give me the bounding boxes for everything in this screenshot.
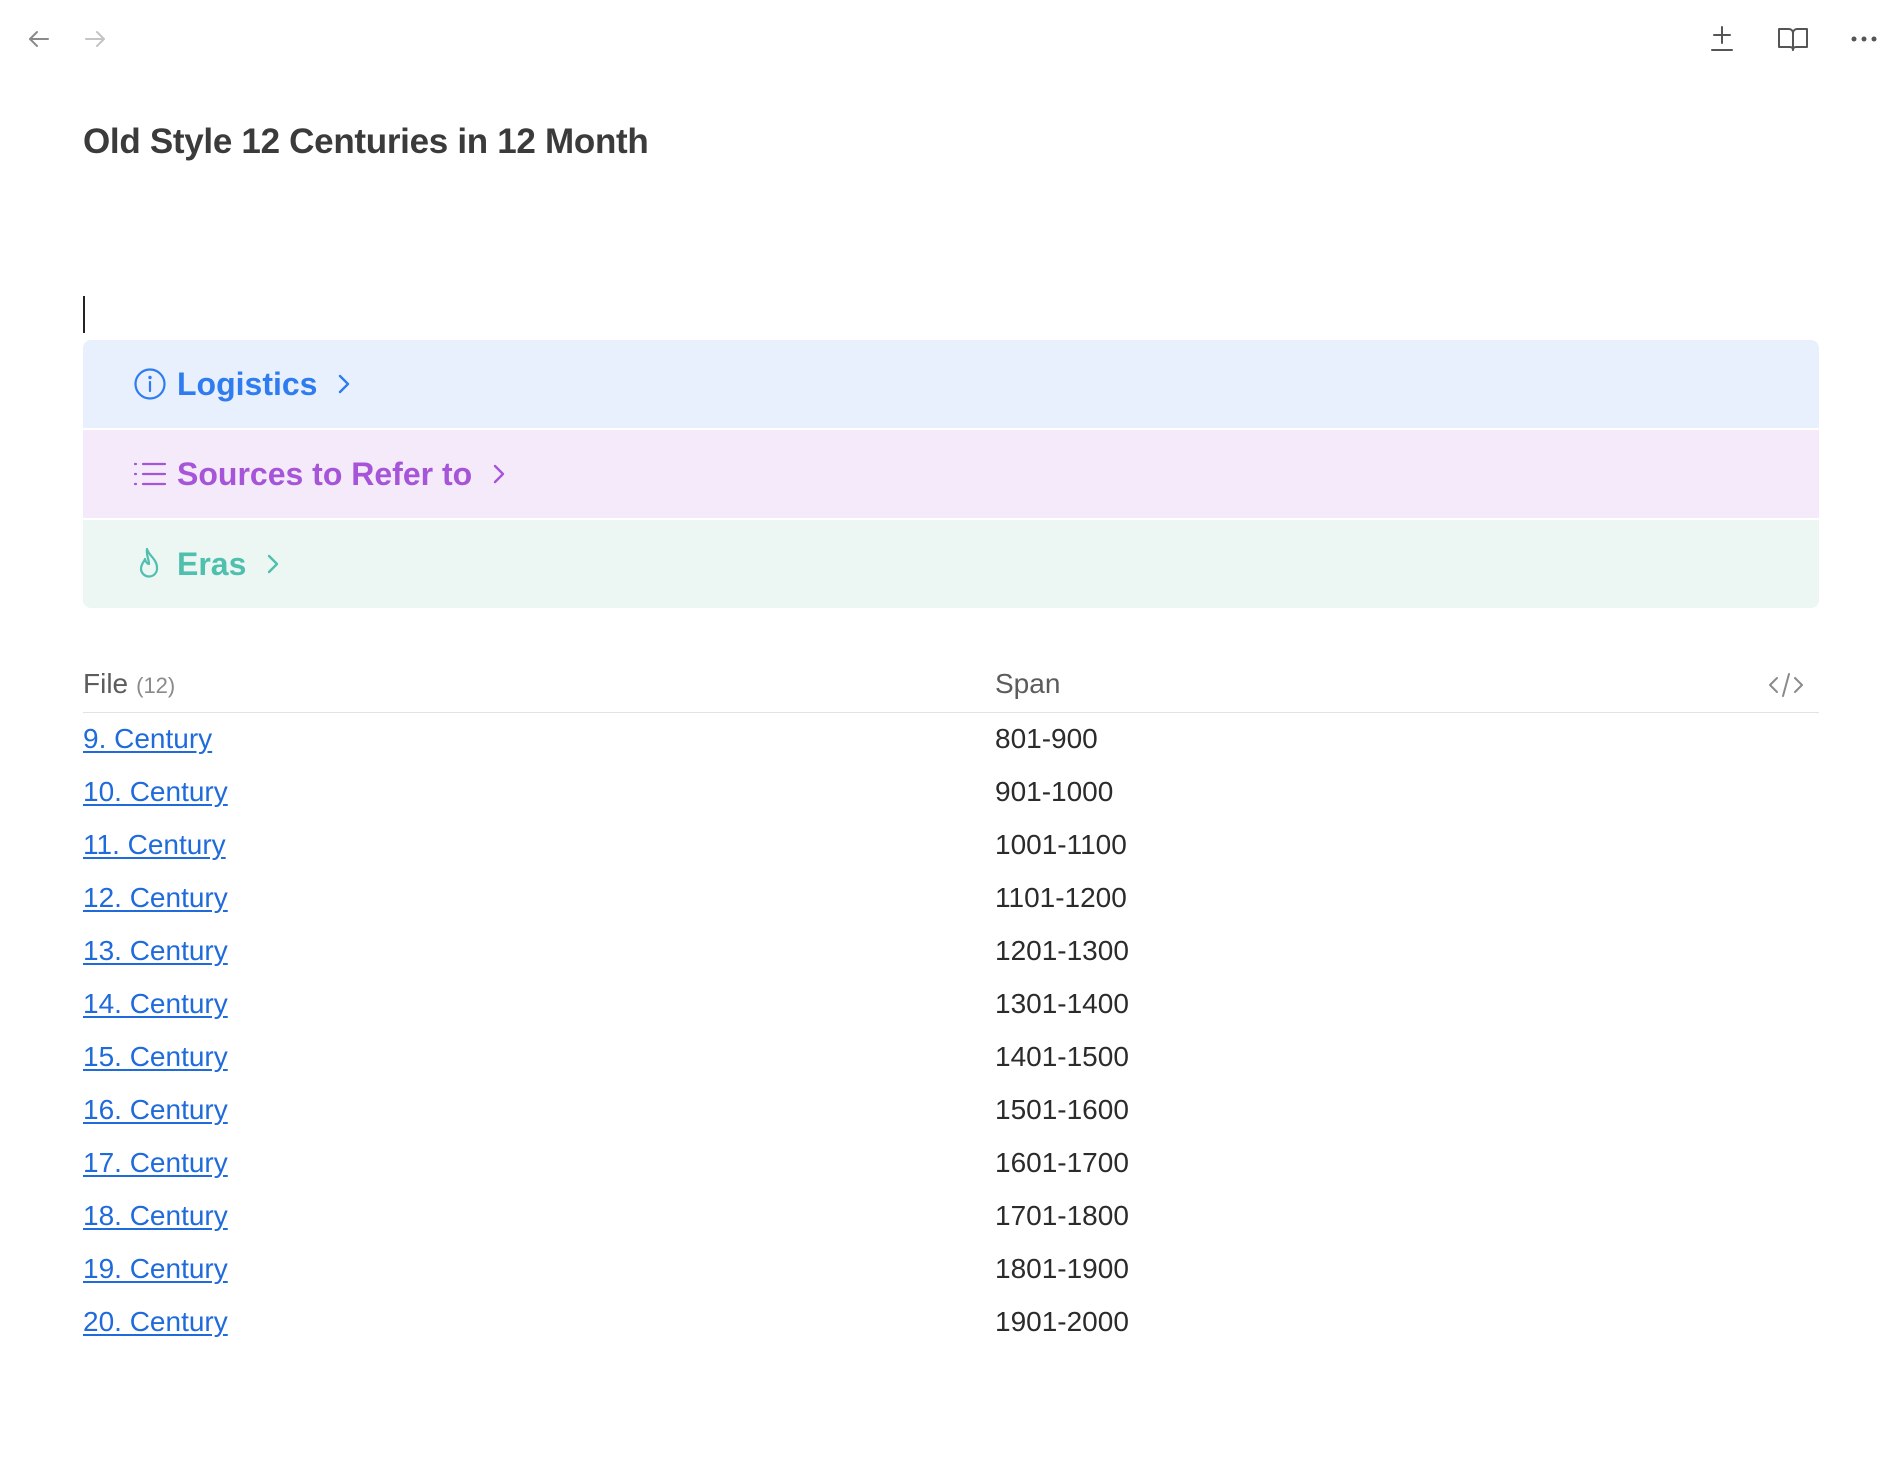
file-link[interactable]: 9. Century — [83, 723, 212, 755]
table-row: 17. Century 1601-1700 — [83, 1137, 1819, 1190]
table-row: 19. Century 1801-1900 — [83, 1243, 1819, 1296]
table-row: 11. Century 1001-1100 — [83, 819, 1819, 872]
file-link[interactable]: 20. Century — [83, 1306, 228, 1338]
column-header-span[interactable]: Span — [995, 668, 1060, 700]
arrow-left-icon — [29, 31, 49, 47]
callout-title-eras: Eras — [177, 545, 247, 582]
info-icon — [133, 367, 167, 401]
table-row: 20. Century 1901-2000 — [83, 1296, 1819, 1349]
span-cell: 801-900 — [995, 723, 1098, 754]
callout-title-logistics: Logistics — [177, 365, 318, 402]
table-row: 16. Century 1501-1600 — [83, 1084, 1819, 1137]
more-horizontal-icon — [1851, 36, 1877, 42]
file-link[interactable]: 19. Century — [83, 1253, 228, 1285]
column-header-file[interactable]: File (12) — [83, 668, 175, 700]
table-header: File (12) Span — [83, 662, 1819, 713]
chevron-right-icon — [488, 463, 510, 485]
nav-back-button[interactable] — [20, 20, 58, 58]
flame-icon — [133, 547, 167, 581]
file-link[interactable]: 18. Century — [83, 1200, 228, 1232]
span-cell: 1601-1700 — [995, 1147, 1129, 1178]
file-link[interactable]: 14. Century — [83, 988, 228, 1020]
file-count: (12) — [136, 673, 176, 698]
add-button[interactable] — [1703, 20, 1741, 58]
span-cell: 1901-2000 — [995, 1306, 1129, 1337]
file-link[interactable]: 15. Century — [83, 1041, 228, 1073]
reading-view-button[interactable] — [1774, 20, 1812, 58]
chevron-right-icon — [262, 553, 284, 575]
callout-eras[interactable]: Eras — [83, 520, 1819, 608]
top-toolbar — [0, 0, 1904, 78]
file-link[interactable]: 17. Century — [83, 1147, 228, 1179]
list-icon — [133, 457, 167, 491]
callout-title-sources: Sources to Refer to — [177, 455, 473, 492]
file-link[interactable]: 13. Century — [83, 935, 228, 967]
span-cell: 1801-1900 — [995, 1253, 1129, 1284]
span-cell: 1101-1200 — [995, 882, 1127, 913]
file-link[interactable]: 12. Century — [83, 882, 228, 914]
table-row: 12. Century 1101-1200 — [83, 872, 1819, 925]
table-row: 14. Century 1301-1400 — [83, 978, 1819, 1031]
callout-logistics[interactable]: Logistics — [83, 340, 1819, 428]
callout-sources[interactable]: Sources to Refer to — [83, 430, 1819, 518]
nav-forward-button[interactable] — [76, 20, 114, 58]
table-row: 15. Century 1401-1500 — [83, 1031, 1819, 1084]
span-cell: 1501-1600 — [995, 1094, 1129, 1125]
column-header-file-label: File — [83, 668, 129, 699]
page-title: Old Style 12 Centuries in 12 Month — [83, 122, 649, 161]
file-link[interactable]: 11. Century — [83, 829, 226, 861]
span-cell: 1401-1500 — [995, 1041, 1129, 1072]
span-cell: 1701-1800 — [995, 1200, 1129, 1231]
file-link[interactable]: 10. Century — [83, 776, 228, 808]
span-cell: 1201-1300 — [995, 935, 1129, 966]
dataview-table: File (12) Span 9. Century 801-900 10. Centu… — [83, 662, 1819, 1349]
more-options-button[interactable] — [1845, 20, 1883, 58]
arrow-right-icon — [85, 31, 105, 47]
table-row: 13. Century 1201-1300 — [83, 925, 1819, 978]
file-link[interactable]: 16. Century — [83, 1094, 228, 1126]
code-icon[interactable] — [1767, 668, 1805, 702]
span-cell: 1301-1400 — [995, 988, 1129, 1019]
span-cell: 901-1000 — [995, 776, 1114, 807]
book-open-icon — [1778, 28, 1808, 51]
text-cursor[interactable] — [83, 296, 85, 333]
span-cell: 1001-1100 — [995, 829, 1127, 860]
table-row: 9. Century 801-900 — [83, 713, 1819, 766]
table-row: 18. Century 1701-1800 — [83, 1190, 1819, 1243]
table-body: 9. Century 801-900 10. Century 901-1000 11. … — [83, 713, 1819, 1349]
plus-minus-icon — [1711, 26, 1733, 51]
table-row: 10. Century 901-1000 — [83, 766, 1819, 819]
chevron-right-icon — [333, 373, 355, 395]
